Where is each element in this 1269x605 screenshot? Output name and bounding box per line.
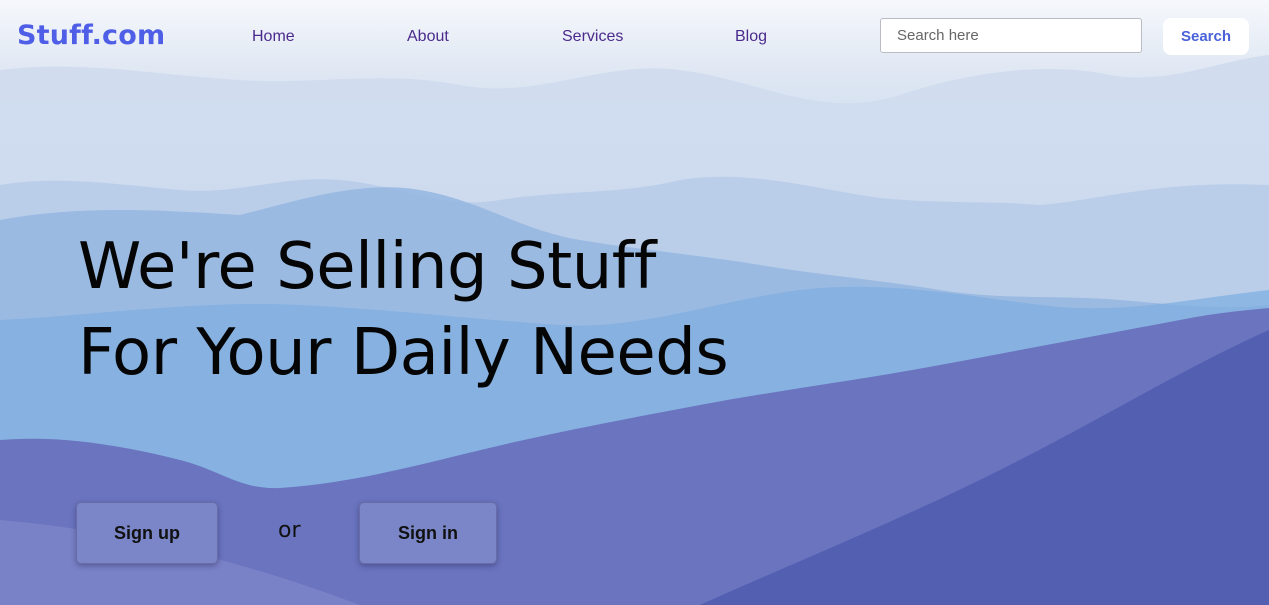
hero-title-line-1: We're Selling Stuff (78, 230, 656, 304)
or-separator: or (278, 518, 301, 543)
hero-title: We're Selling Stuff For Your Daily Needs (78, 224, 729, 396)
nav-blog[interactable]: Blog (735, 28, 767, 46)
search-button[interactable]: Search (1163, 18, 1249, 55)
sign-up-button[interactable]: Sign up (76, 502, 218, 564)
sign-in-button[interactable]: Sign in (359, 502, 497, 564)
hero-title-line-2: For Your Daily Needs (78, 316, 729, 390)
nav-home[interactable]: Home (252, 28, 295, 46)
landing-page: Stuff.com Home About Services Blog Searc… (0, 0, 1269, 605)
search-input[interactable] (880, 18, 1142, 53)
site-logo[interactable]: Stuff.com (17, 20, 165, 51)
nav-services[interactable]: Services (562, 28, 623, 46)
nav-about[interactable]: About (407, 28, 449, 46)
